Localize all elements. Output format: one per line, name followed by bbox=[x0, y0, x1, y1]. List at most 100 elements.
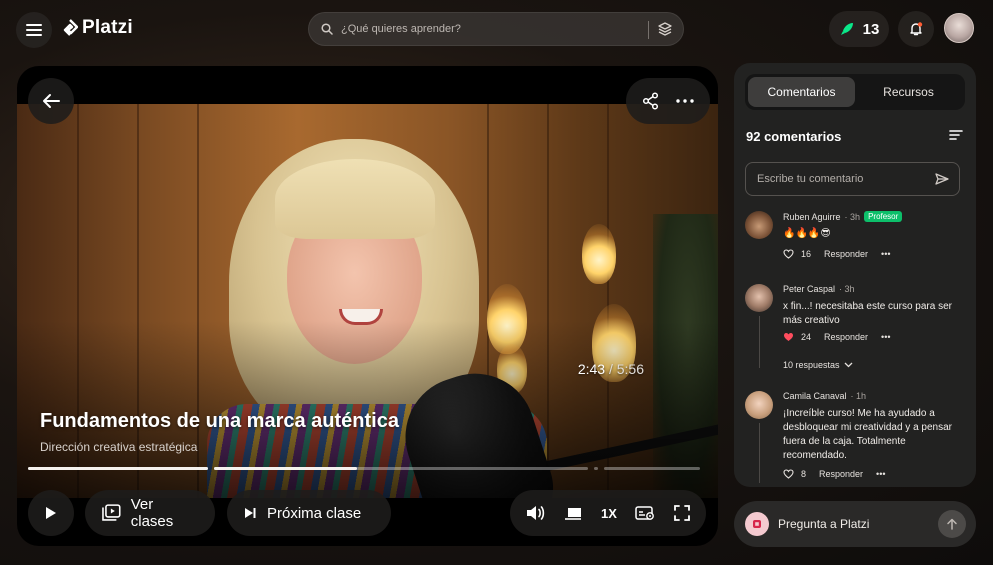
comment-avatar[interactable] bbox=[745, 211, 773, 239]
time-display: 2:43 / 5:56 bbox=[578, 361, 644, 377]
chevron-down-icon bbox=[844, 362, 853, 368]
menu-button[interactable] bbox=[16, 12, 52, 48]
play-button[interactable] bbox=[28, 490, 74, 536]
score-value: 13 bbox=[862, 20, 880, 38]
stop-square-icon bbox=[753, 520, 761, 528]
playlist-icon bbox=[102, 504, 121, 521]
progress-bar[interactable] bbox=[28, 467, 700, 470]
comment-body: x fin...! necesitaba este curso para ser… bbox=[783, 301, 952, 326]
search-divider bbox=[648, 21, 649, 39]
like-count: 24 bbox=[801, 332, 812, 342]
comment-header: Ruben Aguirre · 3h Profesor bbox=[783, 211, 903, 222]
comment-author[interactable]: Ruben Aguirre bbox=[783, 212, 841, 222]
reply-button[interactable]: Responder bbox=[819, 469, 863, 479]
reply-button[interactable]: Responder bbox=[824, 249, 868, 259]
video-frame[interactable] bbox=[17, 104, 718, 498]
more-options-icon[interactable] bbox=[676, 99, 694, 103]
ver-clases-label: Ver clases bbox=[130, 496, 174, 530]
comment-author[interactable]: Camila Canaval bbox=[783, 391, 847, 401]
tab-comentarios[interactable]: Comentarios bbox=[748, 77, 855, 107]
ask-platzi-label: Pregunta a Platzi bbox=[778, 517, 870, 531]
comment-actions: 8 Responder ••• bbox=[783, 469, 886, 479]
comment-input[interactable]: Escribe tu comentario bbox=[745, 162, 960, 196]
video-subtitle[interactable]: Dirección creativa estratégica bbox=[40, 440, 197, 454]
comment-time: · 1h bbox=[850, 391, 867, 401]
top-bar: Platzi ¿Qué quieres aprender? 13 bbox=[0, 0, 993, 58]
panel-tabs: Comentarios Recursos bbox=[745, 74, 965, 110]
sort-icon[interactable] bbox=[949, 129, 963, 141]
profesor-badge: Profesor bbox=[864, 211, 903, 222]
progress-segment[interactable] bbox=[28, 467, 208, 470]
thread-line bbox=[759, 316, 760, 368]
comment-body: 🔥🔥🔥😎 bbox=[783, 228, 831, 239]
theater-mode-icon[interactable] bbox=[563, 505, 583, 521]
player-settings-group: 1X bbox=[510, 490, 706, 536]
ask-platzi-bar[interactable]: Pregunta a Platzi bbox=[734, 501, 976, 547]
heart-outline-icon[interactable] bbox=[783, 249, 794, 259]
search-input[interactable]: ¿Qué quieres aprender? bbox=[341, 23, 461, 35]
comment-input-placeholder: Escribe tu comentario bbox=[757, 173, 864, 185]
share-icon[interactable] bbox=[642, 92, 660, 110]
user-avatar[interactable] bbox=[944, 13, 974, 43]
playback-speed[interactable]: 1X bbox=[601, 506, 617, 521]
view-replies-button[interactable]: 10 respuestas bbox=[783, 360, 853, 370]
back-button[interactable] bbox=[28, 78, 74, 124]
bell-icon bbox=[910, 22, 923, 36]
comment-time: · 3h bbox=[839, 284, 855, 294]
comment-more-icon[interactable]: ••• bbox=[881, 249, 890, 259]
fullscreen-icon[interactable] bbox=[673, 504, 691, 522]
progress-segment[interactable] bbox=[594, 467, 598, 470]
comment-time: · 3h bbox=[844, 211, 861, 222]
heart-filled-icon[interactable] bbox=[783, 332, 794, 342]
proxima-clase-button[interactable]: Próxima clase bbox=[227, 490, 391, 536]
comment-avatar[interactable] bbox=[745, 284, 773, 312]
like-count: 16 bbox=[801, 249, 812, 259]
progress-fill bbox=[28, 467, 208, 470]
video-title: Fundamentos de una marca auténtica bbox=[40, 410, 399, 432]
ask-platzi-logo-icon bbox=[745, 512, 769, 536]
tab-recursos[interactable]: Recursos bbox=[855, 77, 962, 107]
total-time: / 5:56 bbox=[608, 361, 644, 377]
proxima-clase-label: Próxima clase bbox=[267, 504, 362, 522]
reply-button[interactable]: Responder bbox=[824, 332, 868, 342]
arrow-left-icon bbox=[43, 94, 60, 108]
progress-fill bbox=[214, 467, 358, 470]
hamburger-icon bbox=[26, 24, 42, 36]
platzi-logo-icon bbox=[63, 19, 78, 36]
like-count: 8 bbox=[801, 469, 807, 479]
video-player[interactable]: 2:43 / 5:56 Fundamentos de una marca aut… bbox=[17, 66, 718, 546]
logo-text: Platzi bbox=[82, 17, 133, 38]
thread-line bbox=[759, 423, 760, 483]
comment-actions: 24 Responder ••• bbox=[783, 332, 891, 342]
notifications-button[interactable] bbox=[898, 11, 934, 47]
comment-author[interactable]: Peter Caspal bbox=[783, 284, 835, 294]
subtitles-settings-icon[interactable] bbox=[635, 505, 655, 521]
layers-icon[interactable] bbox=[657, 21, 673, 37]
ver-clases-button[interactable]: Ver clases bbox=[85, 490, 215, 536]
progress-segment[interactable] bbox=[604, 467, 700, 470]
score-counter[interactable]: 13 bbox=[829, 11, 889, 47]
video-gradient bbox=[17, 104, 718, 498]
comment-avatar[interactable] bbox=[745, 391, 773, 419]
comment-actions: 16 Responder ••• bbox=[783, 249, 891, 259]
heart-outline-icon[interactable] bbox=[783, 469, 794, 479]
send-icon[interactable] bbox=[935, 172, 949, 186]
comment-count: 92 comentarios bbox=[746, 129, 842, 144]
comment-body: ¡Increíble curso! Me ha ayudado a desblo… bbox=[783, 408, 952, 461]
comment-more-icon[interactable]: ••• bbox=[876, 469, 885, 479]
rocket-icon bbox=[840, 23, 853, 35]
play-icon bbox=[46, 507, 56, 519]
volume-icon[interactable] bbox=[525, 504, 545, 522]
replies-count: 10 respuestas bbox=[783, 360, 840, 370]
comments-panel: Comentarios Recursos 92 comentarios Escr… bbox=[734, 63, 976, 487]
search-icon bbox=[321, 23, 333, 35]
ask-send-button[interactable] bbox=[938, 510, 966, 538]
progress-segment[interactable] bbox=[214, 467, 588, 470]
arrow-up-icon bbox=[947, 518, 957, 530]
search-bar[interactable]: ¿Qué quieres aprender? bbox=[308, 12, 684, 46]
platzi-logo[interactable]: Platzi bbox=[62, 17, 133, 39]
share-menu-group bbox=[626, 78, 710, 124]
comment-header: Peter Caspal · 3h bbox=[783, 284, 855, 294]
comment-more-icon[interactable]: ••• bbox=[881, 332, 890, 342]
current-time: 2:43 bbox=[577, 361, 606, 377]
